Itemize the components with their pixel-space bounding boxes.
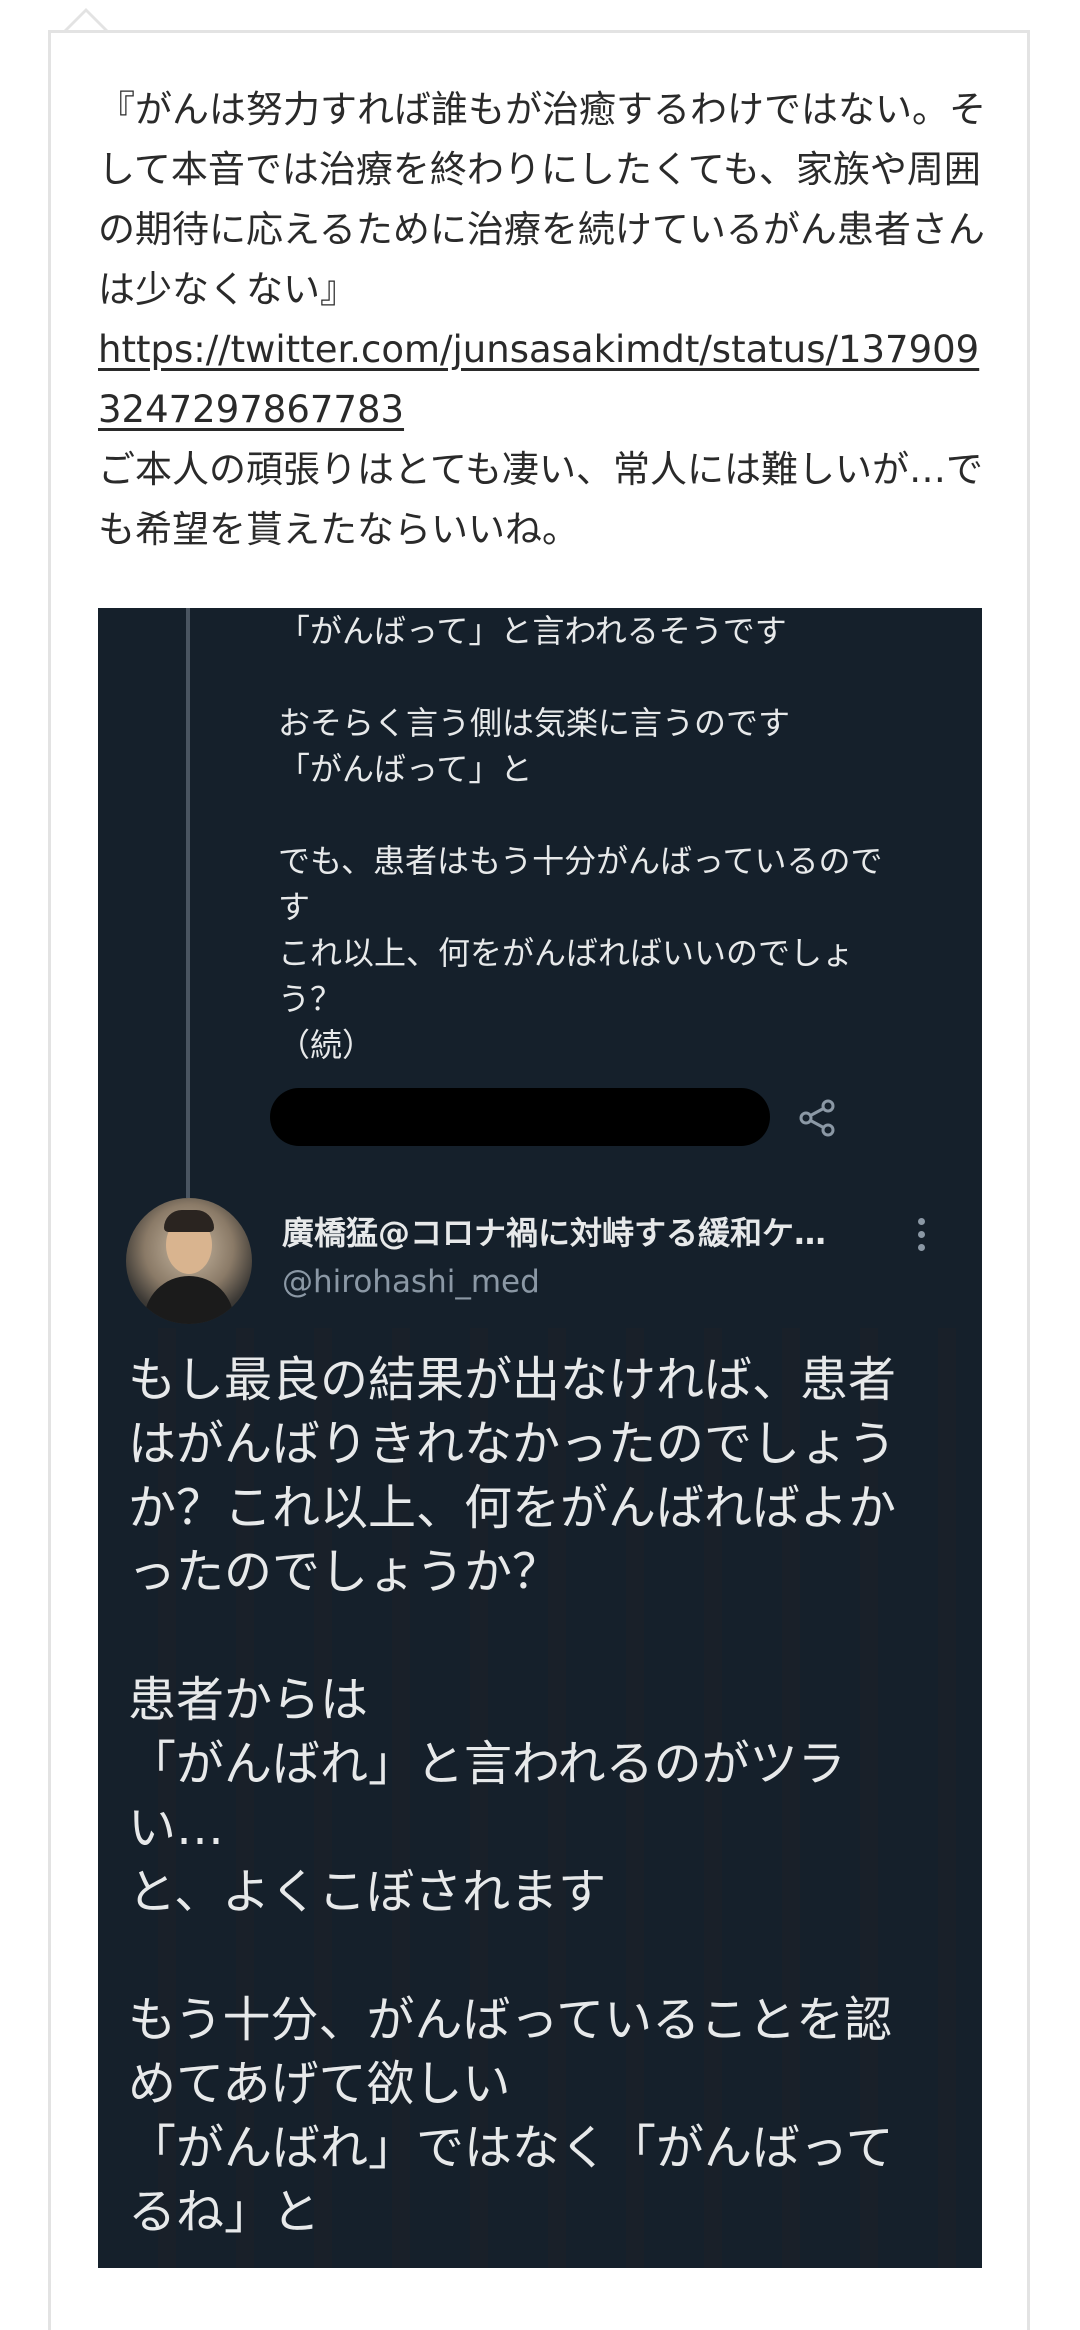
tweet-line: ったのでしょうか？ — [128, 1544, 561, 1600]
tweet-line: はがんばりきれなかったのでしょう — [128, 1416, 897, 1472]
tweet-line: と、よくこぼされます — [128, 1864, 607, 1920]
prev-line: 「がんばって」と言われるそうです — [278, 612, 787, 650]
prev-line: （続） — [278, 1026, 375, 1064]
embedded-tweet-screenshot: 「がんばって」と言われるそうです おそらく言う側は気楽に言うのです 「がんばって… — [98, 608, 982, 2268]
prev-line: 「がんばって」と — [278, 750, 533, 788]
tweet-body: もし最良の結果が出なければ、患者 はがんばりきれなかったのでしょう か？これ以上… — [128, 1348, 968, 2244]
prev-line — [278, 792, 968, 838]
tweet-link[interactable]: https://twitter.com/junsasakimdt/status/… — [98, 328, 979, 431]
author-handle[interactable]: @hirohashi_med — [282, 1264, 540, 1300]
author-name[interactable]: 廣橋猛@コロナ禍に対峙する緩和ケ… — [282, 1208, 882, 1254]
share-icon[interactable] — [798, 1098, 838, 1138]
tweet-line: もう十分、がんばっていることを認 — [128, 1992, 893, 2048]
post-body: 『がんは努力すれば誰もが治癒するわけではない。そして本音では治療を終わりにしたく… — [98, 80, 988, 560]
prev-line: おそらく言う側は気楽に言うのです — [278, 704, 791, 742]
tweet-line: もし最良の結果が出なければ、患者 — [128, 1352, 897, 1408]
tweet-line: 「がんばれ」ではなく「がんばって — [128, 2120, 894, 2176]
prev-line: でも、患者はもう十分がんばっているので — [278, 842, 883, 880]
tweet-line: 「がんばれ」と言われるのがツラ — [128, 1736, 846, 1792]
more-vertical-icon[interactable] — [918, 1218, 928, 1258]
post-comment: ご本人の頑張りはとても凄い、常人には難しいが…でも希望を貰えたならいいね。 — [98, 448, 984, 551]
prev-line: これ以上、何をがんばればいいのでしょ — [278, 934, 855, 972]
prev-line: う？ — [278, 980, 343, 1018]
tweet-line: めてあげて欲しい — [128, 2056, 511, 2112]
prev-line: す — [278, 888, 311, 926]
avatar[interactable] — [126, 1198, 252, 1324]
tweet-line: か？これ以上、何をがんばればよか — [128, 1480, 897, 1536]
tweet-line — [128, 1924, 968, 1988]
prev-line — [278, 654, 968, 700]
tweet-line — [128, 1604, 968, 1668]
thread-line — [186, 608, 190, 1198]
previous-tweet-text: 「がんばって」と言われるそうです おそらく言う側は気楽に言うのです 「がんばって… — [278, 608, 968, 1068]
tweet-line: るね」と — [128, 2184, 321, 2240]
redaction-mark — [270, 1088, 770, 1146]
tweet-line: 患者からは — [128, 1672, 369, 1728]
tweet-line: い… — [128, 1800, 225, 1856]
post-quote: 『がんは努力すれば誰もが治癒するわけではない。そして本音では治療を終わりにしたく… — [98, 88, 986, 311]
